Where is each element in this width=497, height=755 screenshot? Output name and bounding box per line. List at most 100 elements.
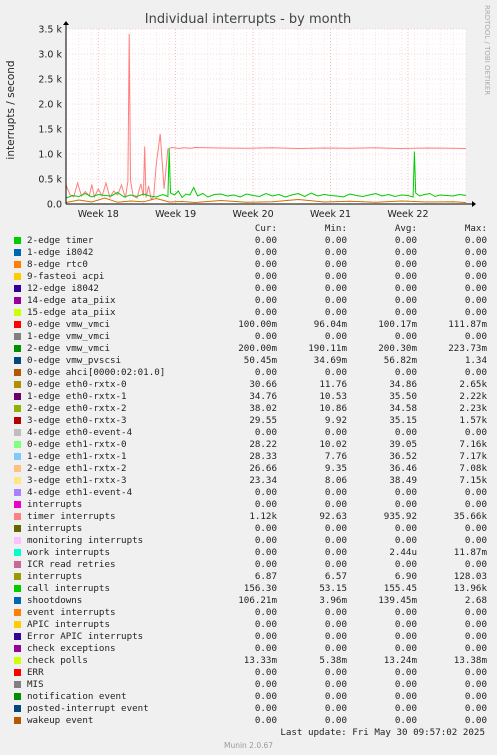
legend-swatch	[14, 321, 21, 328]
legend-label: 2-edge eth1-rxtx-2	[27, 463, 127, 474]
legend-row: 12-edge i8042 0.00 0.00 0.00 0.00	[12, 283, 487, 295]
legend-avg: 139.45m	[378, 595, 417, 606]
legend-avg: 0.00	[394, 247, 417, 258]
legend-label: wakeup event	[27, 715, 94, 726]
legend-swatch	[14, 261, 21, 268]
legend-swatch	[14, 705, 21, 712]
legend-max: 128.03	[453, 571, 487, 582]
legend-avg: 0.00	[394, 607, 417, 618]
legend-cur: 0.00	[254, 535, 277, 546]
legend-label: 2-edge eth0-rxtx-2	[27, 403, 127, 414]
legend-min: 0.00	[324, 559, 347, 570]
legend-max: 7.16k	[459, 439, 487, 450]
legend-row: 0-edge eth1-rxtx-0 28.22 10.02 39.05 7.16k	[12, 439, 487, 451]
legend-swatch	[14, 309, 21, 316]
y-tick-label: 2.0 k	[38, 100, 62, 111]
legend-swatch	[14, 345, 21, 352]
legend-label: timer interrupts	[27, 511, 116, 522]
legend-max: 0.00	[464, 235, 487, 246]
legend-max: 0.00	[464, 691, 487, 702]
legend-row: MIS 0.00 0.00 0.00 0.00	[12, 679, 487, 691]
legend-max: 0.00	[464, 631, 487, 642]
legend-min: 0.00	[324, 703, 347, 714]
legend-avg: 0.00	[394, 259, 417, 270]
legend-row: interrupts 0.00 0.00 0.00 0.00	[12, 523, 487, 535]
legend-cur: 28.22	[249, 439, 277, 450]
legend-min: 96.04m	[313, 319, 347, 330]
legend-min: 3.96m	[319, 595, 347, 606]
legend-cur: 0.00	[254, 691, 277, 702]
x-tick-label: Week 21	[310, 209, 351, 220]
legend-min: 0.00	[324, 547, 347, 558]
legend-avg: 0.00	[394, 295, 417, 306]
legend-row: check polls 13.33m 5.38m 13.24m 13.38m	[12, 655, 487, 667]
legend-swatch	[14, 633, 21, 640]
legend-avg: 0.00	[394, 307, 417, 318]
legend-swatch	[14, 549, 21, 556]
legend-min: 0.00	[324, 367, 347, 378]
legend-min: 0.00	[324, 715, 347, 726]
legend-row: 2-edge vmw_vmci 200.00m 190.11m 200.30m 223.…	[12, 343, 487, 355]
legend-min: 0.00	[324, 535, 347, 546]
legend-avg: 0.00	[394, 619, 417, 630]
legend-label: 9-fasteoi acpi	[27, 271, 105, 282]
legend-cur: 0.00	[254, 487, 277, 498]
legend-swatch	[14, 297, 21, 304]
legend-max: 0.00	[464, 283, 487, 294]
legend-min: 0.00	[324, 679, 347, 690]
y-tick-label: 2.5 k	[38, 75, 62, 86]
legend-swatch	[14, 717, 21, 724]
legend-cur: 0.00	[254, 307, 277, 318]
legend-swatch	[14, 645, 21, 652]
legend-avg: 35.50	[389, 391, 417, 402]
legend-label: monitoring interrupts	[27, 535, 144, 546]
legend-min: 190.11m	[308, 343, 347, 354]
legend-avg: 39.05	[389, 439, 417, 450]
legend-min: 8.06	[324, 475, 347, 486]
legend-min: 0.00	[324, 487, 347, 498]
legend-row: ERR 0.00 0.00 0.00 0.00	[12, 667, 487, 679]
legend-cur: 50.45m	[243, 355, 277, 366]
legend-min: 9.92	[324, 415, 347, 426]
legend-cur: 38.02	[249, 403, 277, 414]
legend-cur: 0.00	[254, 619, 277, 630]
legend-max: 0.00	[464, 523, 487, 534]
legend-label: ERR	[27, 667, 44, 678]
legend-label: Error APIC interrupts	[27, 631, 144, 642]
legend-cur: 0.00	[254, 715, 277, 726]
legend-row: 0-edge vmw_vmci 100.00m 96.04m 100.17m 111.8…	[12, 319, 487, 331]
legend-min: 0.00	[324, 331, 347, 342]
legend-cur: 0.00	[254, 679, 277, 690]
legend-swatch	[14, 513, 21, 520]
legend-cur: 34.76	[249, 391, 277, 402]
legend-label: 15-edge ata_piix	[27, 307, 116, 318]
legend-label: 0-edge eth1-rxtx-0	[27, 439, 127, 450]
legend-cur: 0.00	[254, 547, 277, 558]
y-tick-label: 1.5 k	[38, 125, 62, 136]
legend-cur: 0.00	[254, 499, 277, 510]
legend-cur: 0.00	[254, 559, 277, 570]
legend-label: 8-edge rtc0	[27, 259, 88, 270]
legend-row: call interrupts 156.30 53.15 155.45 13.96k	[12, 583, 487, 595]
legend-header: Cur: Min: Avg: Max:	[12, 223, 487, 235]
legend-max: 0.00	[464, 535, 487, 546]
legend-avg: 935.92	[383, 511, 417, 522]
legend-row: 14-edge ata_piix 0.00 0.00 0.00 0.00	[12, 295, 487, 307]
legend-min: 0.00	[324, 307, 347, 318]
legend-swatch	[14, 489, 21, 496]
legend-cur: 28.33	[249, 451, 277, 462]
legend-min: 0.00	[324, 259, 347, 270]
legend-max: 0.00	[464, 247, 487, 258]
legend-cur: 1.12k	[249, 511, 277, 522]
legend-label: 0-edge vmw_pvscsi	[27, 355, 122, 366]
legend-cur: 0.00	[254, 367, 277, 378]
legend-label: check exceptions	[27, 643, 116, 654]
legend-cur: 0.00	[254, 631, 277, 642]
legend-cur: 30.66	[249, 379, 277, 390]
legend-max: 0.00	[464, 667, 487, 678]
legend-header-max: Max:	[464, 223, 487, 234]
legend-cur: 0.00	[254, 295, 277, 306]
legend-swatch	[14, 657, 21, 664]
legend-max: 0.00	[464, 295, 487, 306]
legend-cur: 200.00m	[238, 343, 277, 354]
